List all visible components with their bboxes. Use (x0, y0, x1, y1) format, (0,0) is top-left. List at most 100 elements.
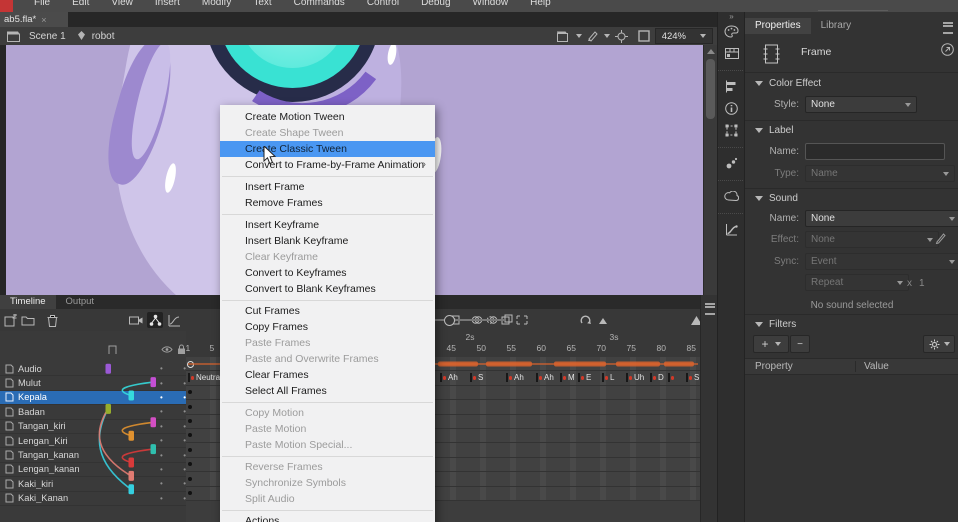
context-menu-item[interactable]: Actions (220, 513, 435, 522)
context-menu-item[interactable]: Create Shape Tween (220, 125, 435, 141)
modify-markers-icon[interactable] (514, 312, 530, 328)
collapse-dock-icon[interactable]: » (718, 12, 745, 20)
layer-row-kaki_kiri[interactable]: Kaki_kiri•• (0, 477, 186, 491)
menubar-item-modify[interactable]: Modify (202, 0, 231, 8)
zoom-level-select[interactable]: 424% (655, 28, 713, 44)
close-tab-icon[interactable]: × (41, 15, 46, 25)
panel-menu-icon[interactable] (705, 303, 715, 315)
center-stage-icon[interactable] (615, 30, 628, 43)
mouth-keyframe[interactable]: Uh (626, 372, 645, 383)
guides-caret-icon[interactable] (604, 34, 610, 38)
context-menu-item[interactable]: Clear Keyframe (220, 249, 435, 265)
mouth-keyframe[interactable]: S (470, 372, 484, 383)
stage-vertical-scrollbar[interactable] (703, 45, 718, 295)
context-menu-item[interactable]: Clear Frames (220, 367, 435, 383)
document-tab[interactable]: ab5.fla* × (0, 12, 68, 27)
clip-content-icon[interactable] (638, 30, 650, 42)
layer-row-lengan_kiri[interactable]: Lengan_Kiri•• (0, 434, 186, 448)
mouth-keyframe[interactable]: D (650, 372, 664, 383)
lock-column-icon[interactable] (177, 344, 186, 355)
clapperboard-icon[interactable] (7, 31, 20, 42)
layer-row-badan[interactable]: Badan•• (0, 405, 186, 419)
camera-icon[interactable] (557, 31, 571, 42)
add-filter-button[interactable]: + (753, 335, 789, 353)
context-menu-item[interactable]: Create Classic Tween (220, 141, 435, 157)
camera-caret-icon[interactable] (576, 34, 582, 38)
section-filters[interactable]: Filters (755, 319, 796, 330)
mouth-keyframe[interactable]: L (602, 372, 615, 383)
motion-editor-icon[interactable] (718, 218, 745, 240)
particles-icon[interactable] (718, 152, 745, 174)
layer-visibility-lock-dots[interactable]: •• (160, 364, 186, 373)
layer-visibility-lock-dots[interactable]: •• (160, 393, 186, 402)
layer-visibility-lock-dots[interactable]: •• (160, 436, 186, 445)
collapse-triangle-icon[interactable] (755, 81, 763, 86)
mouth-keyframe[interactable]: E (578, 372, 592, 383)
layer-visibility-lock-dots[interactable]: •• (160, 465, 186, 474)
properties-panel-menu-icon[interactable] (943, 22, 953, 34)
menubar-item-view[interactable]: View (111, 0, 133, 8)
mouth-keyframe[interactable]: Neutral (188, 372, 222, 383)
tab-properties[interactable]: Properties (745, 18, 811, 34)
context-menu-item[interactable]: Convert to Keyframes (220, 265, 435, 281)
menubar-item-control[interactable]: Control (367, 0, 399, 8)
new-layer-icon[interactable] (2, 312, 18, 328)
section-label[interactable]: Label (755, 125, 793, 136)
context-menu-item[interactable]: Insert Keyframe (220, 217, 435, 233)
keyframe-grid-icon[interactable] (718, 42, 745, 64)
breadcrumb-symbol[interactable]: robot (92, 31, 115, 42)
breadcrumb-scene[interactable]: Scene 1 (29, 31, 66, 42)
add-camera-icon[interactable] (128, 312, 144, 328)
context-menu-item[interactable]: Copy Motion (220, 405, 435, 421)
mouth-keyframe[interactable]: S (686, 372, 700, 383)
context-menu-item[interactable]: Reverse Frames (220, 459, 435, 475)
palette-icon[interactable] (718, 20, 745, 42)
remove-filter-button[interactable]: − (790, 335, 810, 353)
layer-row-kaki_kanan[interactable]: Kaki_Kanan•• (0, 492, 186, 506)
mouth-keyframe[interactable]: Ah (506, 372, 524, 383)
context-menu-item[interactable]: Paste Frames (220, 335, 435, 351)
info-icon[interactable] (718, 97, 745, 119)
menubar-item-insert[interactable]: Insert (155, 0, 180, 8)
context-menu-item[interactable]: Insert Blank Keyframe (220, 233, 435, 249)
menubar-item-edit[interactable]: Edit (72, 0, 89, 8)
layer-visibility-lock-dots[interactable]: •• (160, 407, 186, 416)
graph-editor-icon[interactable] (166, 312, 182, 328)
transform-icon[interactable] (718, 119, 745, 141)
layer-visibility-lock-dots[interactable]: •• (160, 479, 186, 488)
layer-row-audio[interactable]: Audio•• (0, 362, 186, 376)
context-menu-item[interactable]: Insert Frame (220, 179, 435, 195)
context-menu-item[interactable]: Select All Frames (220, 383, 435, 399)
layer-visibility-lock-dots[interactable]: •• (160, 451, 186, 460)
context-menu-item[interactable]: Paste and Overwrite Frames (220, 351, 435, 367)
user-account-area[interactable] (818, 2, 888, 11)
timeline-zoom-slider[interactable] (426, 319, 504, 321)
style-dropdown[interactable]: None (805, 96, 917, 113)
section-sound[interactable]: Sound (755, 193, 798, 204)
context-menu-item[interactable]: Remove Frames (220, 195, 435, 211)
context-menu-item[interactable]: Create Motion Tween (220, 109, 435, 125)
mouth-keyframe[interactable]: Ah (440, 372, 458, 383)
tab-library[interactable]: Library (811, 18, 862, 34)
context-menu-item[interactable]: Copy Frames (220, 319, 435, 335)
layer-visibility-lock-dots[interactable]: •• (160, 494, 186, 503)
align-icon[interactable] (718, 75, 745, 97)
layer-row-kepala[interactable]: Kepala•• (0, 391, 186, 405)
help-link-icon[interactable] (941, 43, 954, 56)
context-menu-item[interactable]: Split Audio (220, 491, 435, 507)
context-menu-item[interactable]: Paste Motion (220, 421, 435, 437)
layer-visibility-lock-dots[interactable]: •• (160, 422, 186, 431)
sound-name-dropdown[interactable]: None (805, 210, 958, 227)
menubar-item-help[interactable]: Help (530, 0, 551, 8)
label-name-input[interactable] (805, 143, 945, 160)
section-color-effect[interactable]: Color Effect (755, 78, 821, 89)
delete-layer-icon[interactable] (44, 312, 60, 328)
tab-output[interactable]: Output (56, 295, 105, 310)
zoom-out-timeline-icon[interactable] (596, 312, 612, 328)
edit-sound-envelope-pencil-icon[interactable] (935, 232, 946, 244)
guides-icon[interactable] (587, 30, 599, 42)
context-menu-item[interactable]: Paste Motion Special... (220, 437, 435, 453)
timeline-zoom-knob[interactable] (444, 315, 455, 326)
mouth-keyframe[interactable] (668, 372, 677, 383)
mouth-keyframe[interactable]: M (560, 372, 575, 383)
